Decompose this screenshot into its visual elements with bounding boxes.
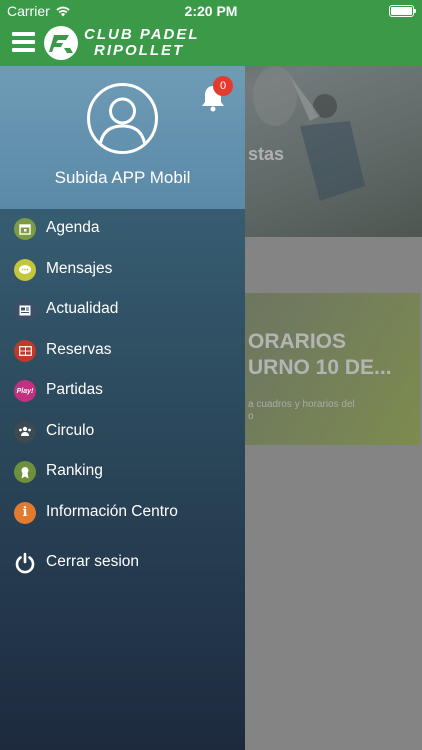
menu-item-informacion-centro[interactable]: i Información Centro: [0, 493, 245, 533]
menu-item-label: Actualidad: [46, 300, 119, 317]
menu-item-label: Circulo: [46, 421, 95, 439]
chat-icon: [14, 258, 36, 281]
court-icon: [14, 339, 36, 362]
menu-item-circulo[interactable]: Circulo: [0, 412, 245, 452]
menu-item-mensajes[interactable]: Mensajes: [0, 250, 245, 290]
profile-name: Subida APP Mobil: [54, 168, 191, 187]
play-icon: Play!: [14, 380, 36, 402]
menu-item-label: Información Centro: [46, 502, 178, 520]
menu-item-actualidad[interactable]: Actualidad: [0, 290, 245, 330]
logo-line2: RIPOLLET: [94, 42, 185, 59]
menu-item-partidas[interactable]: Play! Partidas: [0, 371, 245, 411]
notification-count-badge: 0: [213, 76, 233, 96]
club-logo-text: CLUB PADEL RIPOLLET: [84, 27, 200, 59]
menu-item-label: Mensajes: [46, 259, 113, 277]
avatar[interactable]: [87, 83, 158, 154]
people-icon: [14, 420, 36, 443]
menu-item-label: Reservas: [46, 340, 112, 358]
medal-icon: [14, 461, 36, 483]
battery-icon: [389, 5, 416, 17]
side-drawer: 0 Subida APP Mobil Agenda Mensajes Actua…: [0, 66, 245, 750]
menu-item-reservas[interactable]: Reservas: [0, 331, 245, 371]
news-icon: [14, 299, 36, 321]
menu-item-label: Partidas: [46, 381, 103, 398]
menu-item-label: Ranking: [46, 462, 103, 479]
drawer-profile-header: 0 Subida APP Mobil: [0, 66, 245, 209]
menu-item-label: Cerrar sesion: [46, 553, 140, 570]
info-icon: i: [14, 501, 36, 524]
menu-item-cerrar-sesion[interactable]: Cerrar sesion: [0, 543, 245, 583]
app-header: CLUB PADEL RIPOLLET: [0, 22, 422, 66]
power-icon: [14, 552, 36, 574]
menu-item-agenda[interactable]: Agenda: [0, 209, 245, 249]
status-bar: Carrier 2:20 PM: [0, 0, 422, 22]
play-icon-text: Play!: [16, 387, 34, 395]
hamburger-menu-button[interactable]: [12, 32, 35, 52]
menu-item-ranking[interactable]: Ranking: [0, 452, 245, 492]
calendar-icon: [14, 218, 36, 240]
status-time: 2:20 PM: [184, 3, 238, 19]
logo-line1: CLUB PADEL: [84, 26, 200, 43]
club-logo-icon: [44, 26, 78, 60]
menu-item-label: Agenda: [46, 219, 100, 236]
